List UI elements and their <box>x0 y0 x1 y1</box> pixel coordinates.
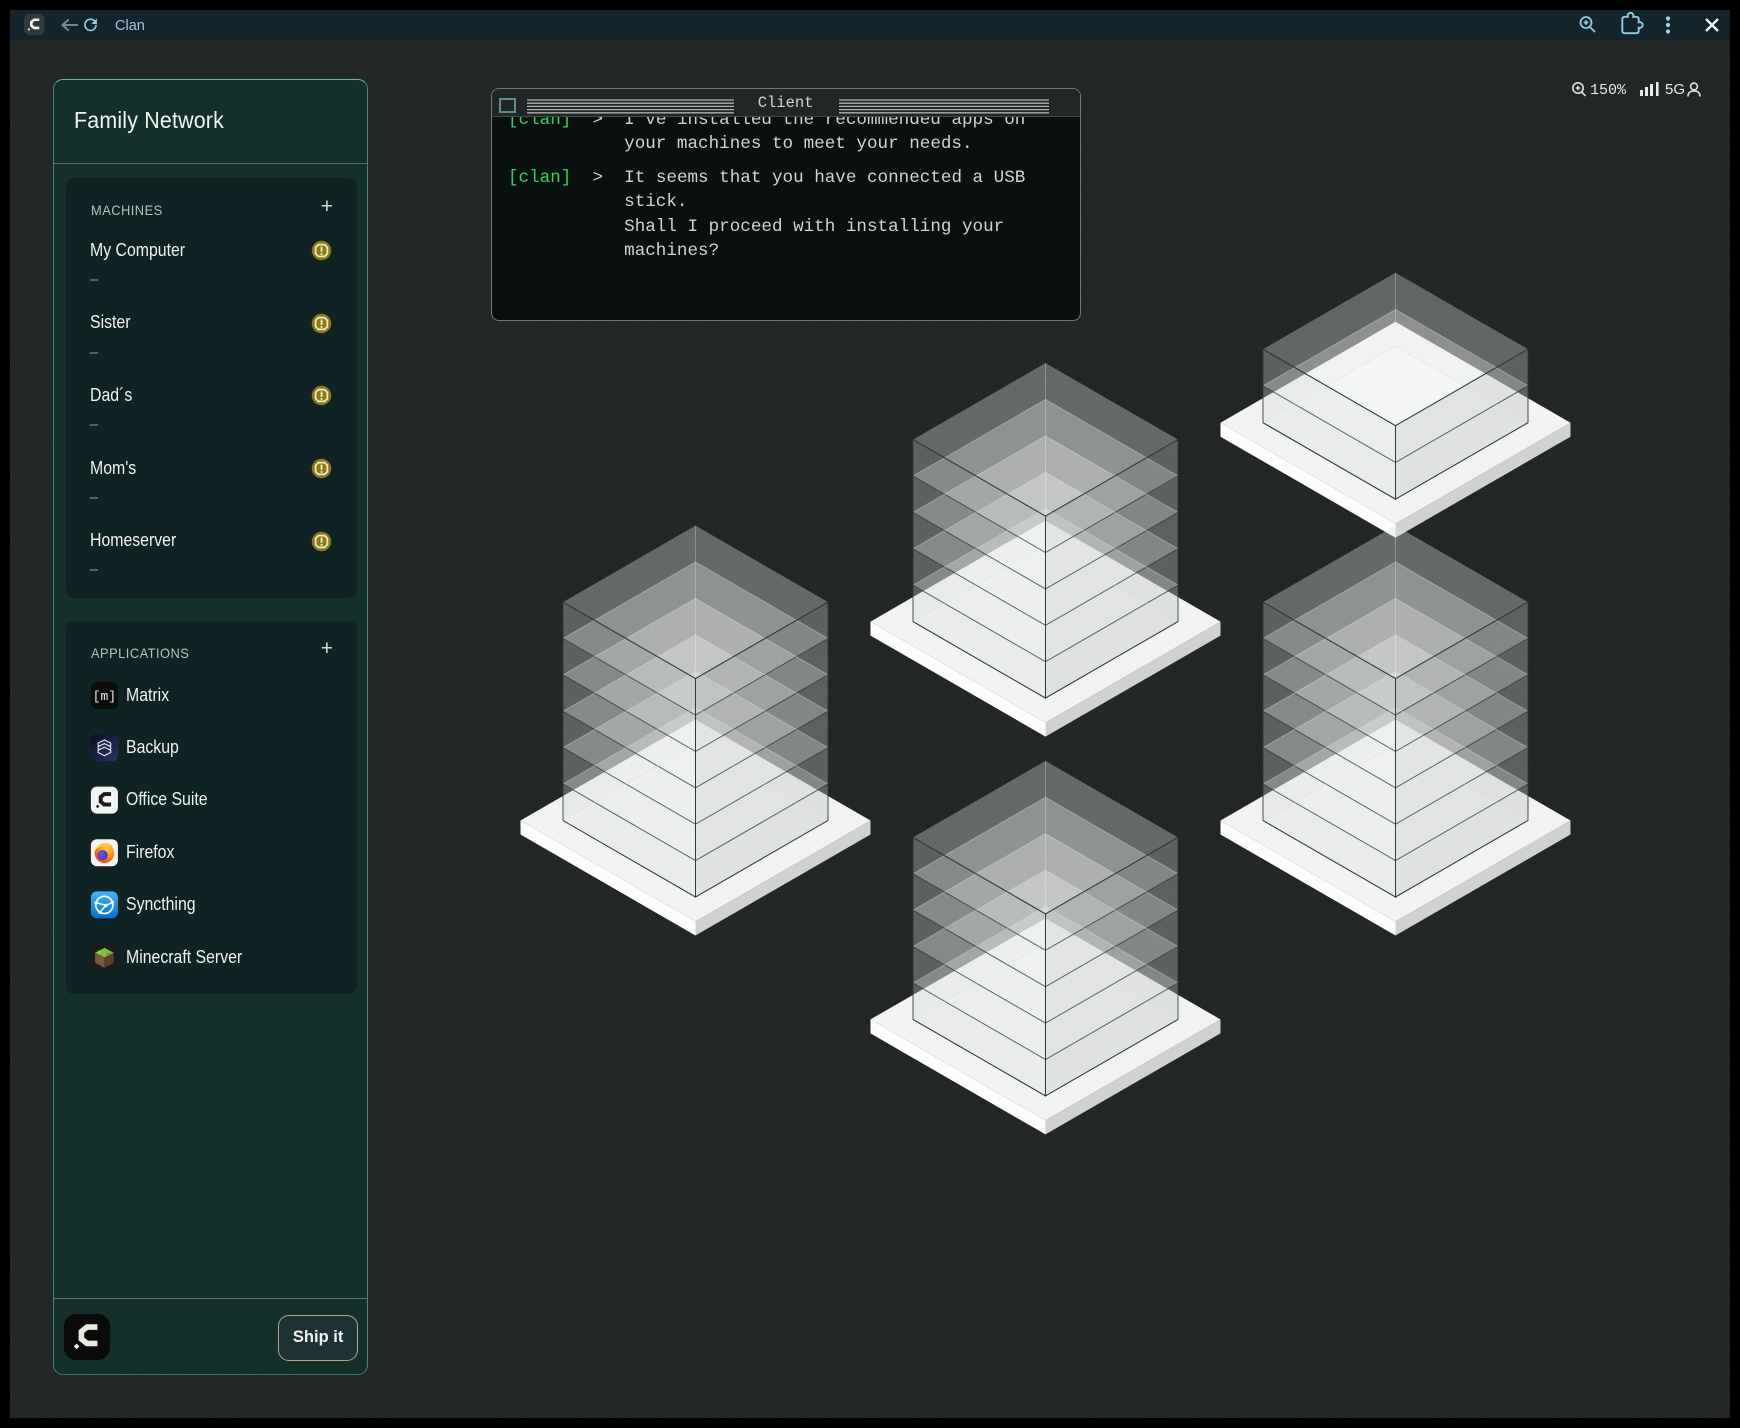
svg-text:5G: 5G <box>1665 81 1685 98</box>
svg-text:150%: 150% <box>1590 82 1627 99</box>
svg-text:[m]: [m] <box>92 689 115 704</box>
svg-text:Clan: Clan <box>115 18 145 34</box>
